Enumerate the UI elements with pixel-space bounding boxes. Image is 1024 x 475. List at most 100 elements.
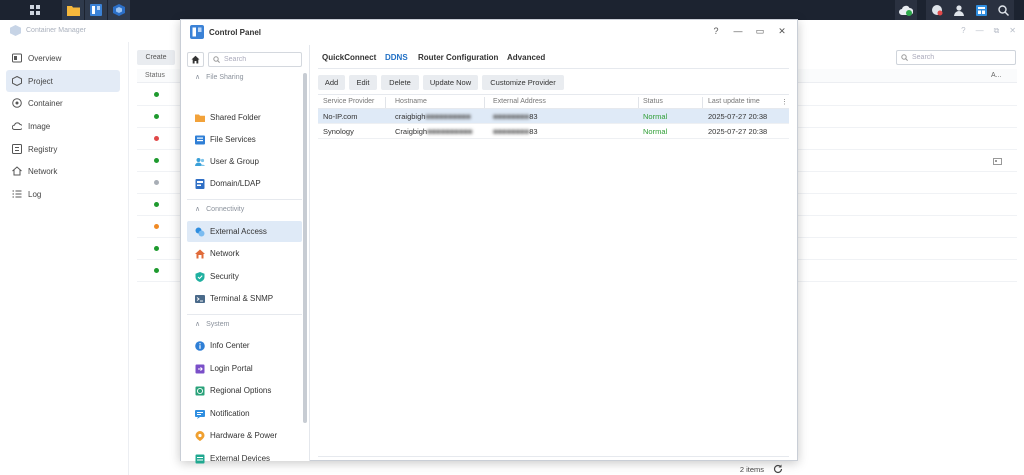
hostname-redacted: ■■■■■■■■■■ bbox=[427, 127, 473, 136]
container-search-field[interactable]: Search bbox=[896, 50, 1016, 65]
restore-icon[interactable]: ⧉ bbox=[994, 26, 1000, 36]
tab-router-configuration[interactable]: Router Configuration bbox=[418, 53, 498, 62]
sidebar-item-domain-ldap[interactable]: Domain/LDAP bbox=[187, 173, 302, 194]
column-separator[interactable] bbox=[385, 97, 386, 108]
column-header-last-update-time[interactable]: Last update time bbox=[708, 98, 760, 105]
sidebar-item-shared-folder[interactable]: Shared Folder bbox=[187, 107, 302, 128]
minimize-icon[interactable]: — bbox=[976, 26, 984, 36]
minimize-button[interactable]: — bbox=[733, 26, 743, 37]
ddns-content: QuickConnect DDNS Router Configuration A… bbox=[310, 45, 797, 474]
sidebar-item-info-center[interactable]: Info Center bbox=[187, 335, 302, 356]
container-manager-title: Container Manager bbox=[26, 27, 86, 34]
tab-ddns[interactable]: DDNS bbox=[385, 53, 408, 62]
column-separator[interactable] bbox=[484, 97, 485, 108]
sidebar-item-login-portal[interactable]: Login Portal bbox=[187, 358, 302, 379]
column-separator[interactable] bbox=[638, 97, 639, 108]
network-home-icon bbox=[195, 249, 205, 258]
customize-provider-button[interactable]: Customize Provider bbox=[482, 75, 564, 90]
sidebar-item-external-access[interactable]: External Access bbox=[187, 221, 302, 242]
chat-button[interactable] bbox=[926, 0, 948, 20]
row-detail-icon[interactable] bbox=[993, 158, 1002, 165]
close-icon[interactable]: ✕ bbox=[1009, 26, 1016, 36]
control-panel-search-field[interactable] bbox=[208, 52, 302, 67]
sidebar-item-image[interactable]: Image bbox=[6, 115, 120, 137]
sidebar-item-network[interactable]: Network bbox=[6, 160, 120, 182]
hostname-visible: Craigbigh bbox=[395, 127, 428, 136]
section-header-connectivity[interactable]: ∧ Connectivity bbox=[195, 205, 244, 214]
tab-quickconnect[interactable]: QuickConnect bbox=[322, 53, 376, 62]
add-button[interactable]: Add bbox=[318, 75, 345, 90]
column-separator[interactable] bbox=[702, 97, 703, 108]
help-icon[interactable]: ? bbox=[961, 26, 965, 36]
column-header-hostname[interactable]: Hostname bbox=[395, 98, 427, 105]
edit-button[interactable]: Edit bbox=[349, 75, 377, 90]
apps-grid-button[interactable] bbox=[24, 0, 46, 20]
sidebar-item-security[interactable]: Security bbox=[187, 266, 302, 287]
notification-icon bbox=[195, 409, 205, 419]
column-header-service-provider[interactable]: Service Provider bbox=[323, 98, 374, 105]
sidebar-item-notification[interactable]: Notification bbox=[187, 403, 302, 424]
image-icon bbox=[12, 122, 22, 131]
sidebar-item-hardware-power[interactable]: Hardware & Power bbox=[187, 425, 302, 446]
container-manager-button[interactable] bbox=[108, 0, 130, 20]
maximize-button[interactable]: ▭ bbox=[755, 26, 765, 37]
search-icon bbox=[901, 54, 908, 61]
cell-external-address: ■■■■■■■■83 bbox=[493, 112, 538, 121]
refresh-icon[interactable] bbox=[773, 464, 783, 474]
address-redacted: ■■■■■■■■ bbox=[493, 112, 530, 121]
user-button[interactable] bbox=[948, 0, 970, 20]
sidebar-item-registry[interactable]: Registry bbox=[6, 138, 120, 160]
sidebar-item-project[interactable]: Project bbox=[6, 70, 120, 92]
table-row[interactable]: No-IP.com craigbigh■■■■■■■■■■ ■■■■■■■■83… bbox=[318, 109, 789, 124]
sidebar-item-label: External Devices bbox=[210, 454, 271, 463]
hostname-redacted: ■■■■■■■■■■ bbox=[425, 112, 471, 121]
sidebar-item-network[interactable]: Network bbox=[187, 243, 302, 264]
log-icon bbox=[12, 190, 22, 198]
section-header-system[interactable]: ∧ System bbox=[195, 320, 229, 329]
column-header-status[interactable]: Status bbox=[643, 98, 663, 105]
sidebar-item-overview[interactable]: Overview bbox=[6, 47, 120, 69]
status-dot bbox=[154, 268, 159, 273]
sidebar-item-log[interactable]: Log bbox=[6, 183, 120, 205]
sidebar-item-label: Network bbox=[210, 249, 240, 258]
item-count: 2 items bbox=[739, 465, 764, 474]
close-button[interactable]: ✕ bbox=[777, 26, 787, 37]
sidebar-item-label: Hardware & Power bbox=[210, 431, 278, 440]
table-row[interactable]: Synology Craigbigh■■■■■■■■■■ ■■■■■■■■83 … bbox=[318, 124, 789, 139]
address-visible: 83 bbox=[529, 112, 538, 121]
help-button[interactable]: ? bbox=[711, 26, 721, 37]
column-menu-icon[interactable]: ⋮ bbox=[781, 98, 788, 106]
update-now-button[interactable]: Update Now bbox=[423, 75, 478, 90]
create-button[interactable]: Create bbox=[137, 50, 175, 65]
sidebar-scrollbar[interactable] bbox=[303, 73, 307, 423]
home-button[interactable] bbox=[187, 52, 204, 67]
search-icon bbox=[997, 4, 1009, 16]
search-button[interactable] bbox=[992, 0, 1014, 20]
sidebar-item-external-devices[interactable]: External Devices bbox=[187, 448, 302, 469]
cell-status: Normal bbox=[643, 127, 668, 136]
sidebar-item-user-group[interactable]: User & Group bbox=[187, 151, 302, 172]
file-station-button[interactable] bbox=[62, 0, 84, 20]
control-panel-button[interactable] bbox=[85, 0, 107, 20]
sidebar-item-file-services[interactable]: File Services bbox=[187, 129, 302, 150]
sidebar-item-container[interactable]: Container bbox=[6, 92, 120, 114]
section-header-file-sharing[interactable]: ∧ File Sharing bbox=[195, 73, 243, 82]
external-devices-icon bbox=[195, 454, 205, 463]
overview-icon bbox=[12, 53, 22, 63]
tab-advanced[interactable]: Advanced bbox=[507, 53, 545, 62]
sidebar-item-label: Regional Options bbox=[210, 386, 272, 395]
sidebar-item-label: Info Center bbox=[210, 341, 250, 350]
sidebar-item-regional-options[interactable]: Regional Options bbox=[187, 380, 302, 401]
container-icon bbox=[12, 98, 22, 108]
delete-button[interactable]: Delete bbox=[381, 75, 419, 90]
control-panel-sidebar: ∧ File Sharing Shared Folder File Servic… bbox=[181, 45, 310, 463]
file-services-icon bbox=[195, 135, 205, 144]
widgets-button[interactable] bbox=[970, 0, 992, 20]
control-panel-search-input[interactable] bbox=[224, 56, 294, 63]
cloud-sync-button[interactable] bbox=[895, 0, 917, 20]
apps-grid-icon bbox=[30, 5, 40, 15]
domain-ldap-icon bbox=[195, 178, 205, 189]
column-header-external-address[interactable]: External Address bbox=[493, 98, 546, 105]
sidebar-item-terminal-snmp[interactable]: Terminal & SNMP bbox=[187, 288, 302, 309]
sidebar-item-label: Project bbox=[28, 76, 53, 86]
